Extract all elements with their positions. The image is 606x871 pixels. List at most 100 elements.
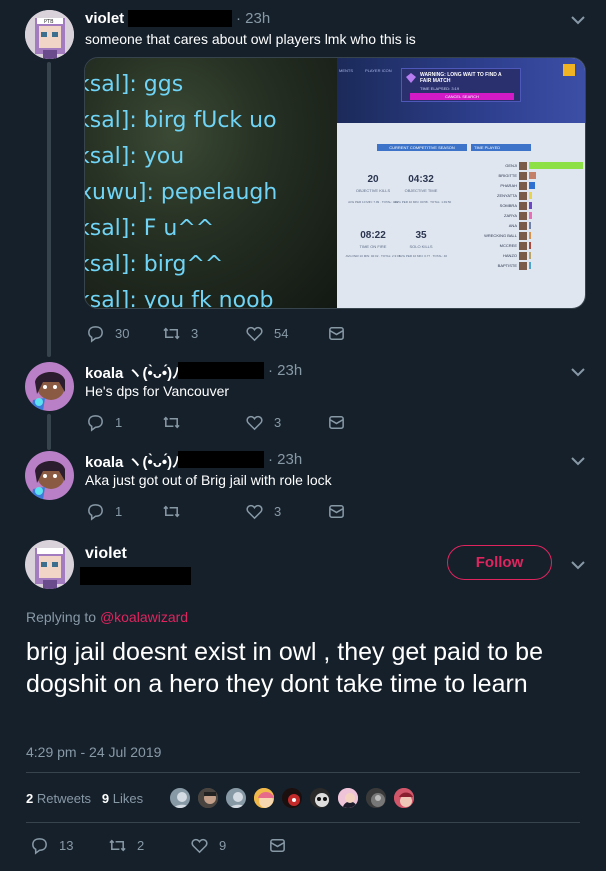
hero-portrait [519, 232, 527, 240]
main-tweet-text: brig jail doesnt exist in owl , they get… [26, 638, 543, 698]
liker-avatar[interactable] [280, 786, 304, 810]
avatar[interactable]: PTB [25, 10, 74, 59]
retweets-stat[interactable]: 2 Retweets [26, 791, 91, 806]
game-tab: PLAYER ICON [365, 68, 392, 73]
reply-button[interactable]: 1 [86, 502, 122, 521]
chat-line: ksal]: ggs [84, 72, 184, 97]
heart-icon [246, 504, 263, 520]
chevron-down-icon[interactable] [569, 556, 587, 574]
chevron-down-icon[interactable] [569, 452, 587, 470]
hero-name: BAPTISTE [497, 263, 517, 268]
game-header: MENTS PLAYER ICON WARNING: LONG WAIT TO … [337, 58, 585, 123]
liker-avatar[interactable] [224, 786, 248, 810]
reply-icon [32, 838, 47, 855]
cancel-search-button: CANCEL SEARCH [410, 93, 514, 100]
hero-time-bar [529, 262, 531, 269]
reply-icon [88, 326, 103, 343]
hero-row: GENJI [483, 161, 585, 170]
chevron-down-icon[interactable] [569, 11, 587, 29]
dm-button[interactable] [327, 324, 346, 343]
chat-line: ksal]: you [84, 144, 185, 169]
stat-label: SOLO KILLS [409, 244, 433, 249]
like-button[interactable]: 9 [190, 836, 226, 855]
likes-stat[interactable]: 9 Likes [102, 791, 143, 806]
retweet-count: 2 [137, 838, 145, 853]
heart-icon [246, 326, 263, 342]
hero-name: SOMBRA [499, 203, 517, 208]
stat-value: 04:32 [408, 174, 434, 185]
avatar[interactable] [25, 362, 74, 411]
reply-button[interactable]: 13 [30, 836, 73, 855]
liker-avatar[interactable] [364, 786, 388, 810]
like-count: 3 [274, 415, 282, 430]
hero-row: ZENYATTA [483, 191, 585, 200]
retweet-button[interactable] [162, 413, 181, 432]
like-count: 9 [219, 838, 227, 853]
like-button[interactable]: 54 [245, 324, 288, 343]
divider [26, 822, 580, 823]
hero-portrait [519, 182, 527, 190]
liker-avatar[interactable] [392, 786, 416, 810]
svg-text:PTB: PTB [44, 19, 54, 25]
author-name[interactable]: violet [85, 10, 124, 27]
author-name[interactable]: violet [85, 545, 127, 563]
liker-avatar[interactable] [168, 786, 192, 810]
retweet-button[interactable]: 2 [108, 836, 144, 855]
hero-name: PHARAH [500, 183, 517, 188]
divider [26, 772, 580, 773]
chat-line: ksal]: F u^^ [84, 216, 215, 241]
author-name[interactable]: koala ヽ(•̀ᴗ•́)ﾉ [85, 362, 180, 383]
replying-handle[interactable]: @koalawizard [100, 609, 188, 625]
hero-name: BRIGITTE [498, 173, 517, 178]
hero-row: BRIGITTE [483, 171, 585, 180]
stat-value: 20 [367, 174, 379, 185]
redacted-handle [80, 567, 191, 585]
retweet-button[interactable] [162, 502, 181, 521]
reply-count: 13 [59, 838, 74, 853]
hero-time-bar [529, 162, 583, 169]
reply-count: 1 [115, 504, 123, 519]
liker-avatar[interactable] [308, 786, 332, 810]
author-name[interactable]: koala ヽ(•̀ᴗ•́)ﾉ [85, 451, 180, 472]
hero-portrait [519, 242, 527, 250]
tweet-text: He's dps for Vancouver [85, 383, 230, 399]
retweet-icon [163, 505, 180, 518]
liker-avatar[interactable] [252, 786, 276, 810]
hero-time-bar [529, 242, 531, 249]
reply-button[interactable]: 30 [86, 324, 129, 343]
retweet-icon [109, 839, 126, 852]
tweet-media[interactable]: ksal]: ggs ksal]: birg fUck uo ksal]: yo… [84, 57, 586, 309]
like-button[interactable]: 3 [245, 413, 281, 432]
dm-button[interactable] [268, 836, 287, 855]
hero-portrait [519, 162, 527, 170]
thread-line [47, 414, 51, 450]
reply-button[interactable]: 1 [86, 413, 122, 432]
redacted-handle [178, 451, 264, 468]
game-tab: MENTS [339, 68, 353, 73]
dm-button[interactable] [327, 502, 346, 521]
tweet-time[interactable]: · 23h [236, 10, 270, 27]
hero-name: HANZO [503, 253, 517, 258]
chevron-down-icon[interactable] [569, 363, 587, 381]
settings-icon [563, 64, 575, 76]
thread-line [47, 62, 51, 357]
heart-icon [246, 415, 263, 431]
replying-to: Replying to @koalawizard [26, 609, 188, 625]
retweet-button[interactable]: 3 [162, 324, 198, 343]
dm-button[interactable] [327, 413, 346, 432]
follow-button[interactable]: Follow [447, 545, 552, 580]
hero-time-bar [529, 202, 532, 209]
heart-icon [191, 838, 208, 854]
chat-line: ksal]: birg^^ [84, 252, 224, 277]
hero-time-bar [529, 252, 531, 259]
liker-avatar[interactable] [336, 786, 360, 810]
like-button[interactable]: 3 [245, 502, 281, 521]
avatar[interactable] [25, 451, 74, 500]
tweet-timestamp[interactable]: 4:29 pm - 24 Jul 2019 [26, 744, 161, 760]
tweet-text: Aka just got out of Brig jail with role … [85, 472, 332, 488]
tweet-time[interactable]: · 23h [268, 362, 302, 379]
like-count: 3 [274, 504, 282, 519]
avatar[interactable] [25, 540, 74, 589]
liker-avatar[interactable] [196, 786, 220, 810]
tweet-time[interactable]: · 23h [268, 451, 302, 468]
